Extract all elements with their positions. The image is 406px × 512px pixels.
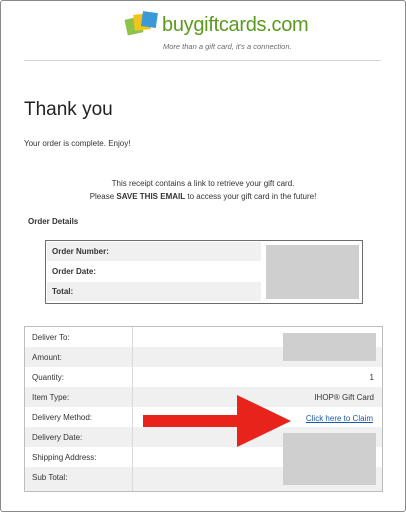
claim-gift-card-link[interactable]: Click here to Claim — [306, 414, 373, 423]
shipping-address-label: Shipping Address: — [32, 453, 97, 462]
quantity-value: 1 — [369, 373, 374, 382]
order-date-label: Order Date: — [52, 267, 97, 276]
delivery-method-label: Delivery Method: — [32, 413, 93, 422]
order-number-row: Order Number: — [47, 242, 261, 261]
redacted-recipient-amount — [283, 333, 376, 361]
redacted-address-subtotal — [283, 433, 376, 485]
delivery-date-label: Delivery Date: — [32, 433, 83, 442]
deliver-to-label: Deliver To: — [32, 333, 70, 342]
order-details-title: Order Details — [28, 217, 79, 226]
item-type-label: Item Type: — [32, 393, 70, 402]
receipt-note: This receipt contains a link to retrieve… — [111, 179, 295, 188]
save-email-note: Please SAVE THIS EMAIL to access your gi… — [89, 192, 317, 201]
header-divider — [24, 60, 381, 61]
page-title: Thank you — [24, 99, 113, 120]
order-complete-text: Your order is complete. Enjoy! — [24, 139, 131, 148]
redacted-order-info — [266, 245, 359, 299]
gift-cards-logo-icon — [124, 11, 158, 36]
quantity-label: Quantity: — [32, 373, 65, 382]
order-total-label: Total: — [52, 287, 74, 296]
item-type-value: IHOP® Gift Card — [314, 393, 374, 402]
order-total-row: Total: — [47, 282, 261, 301]
order-number-label: Order Number: — [52, 247, 109, 256]
column-divider — [132, 327, 133, 491]
table-row: Quantity: 1 — [25, 367, 382, 388]
sub-total-label: Sub Total: — [32, 473, 68, 482]
brand-tagline: More than a gift card, it's a connection… — [163, 42, 292, 51]
amount-label: Amount: — [32, 353, 62, 362]
save-email-emphasis: SAVE THIS EMAIL — [116, 192, 186, 201]
order-date-row: Order Date: — [47, 262, 261, 281]
red-arrow-icon — [143, 395, 291, 447]
brand-name[interactable]: buygiftcards.com — [162, 14, 309, 37]
order-details-box: Order Number: Order Date: Total: — [45, 240, 363, 304]
